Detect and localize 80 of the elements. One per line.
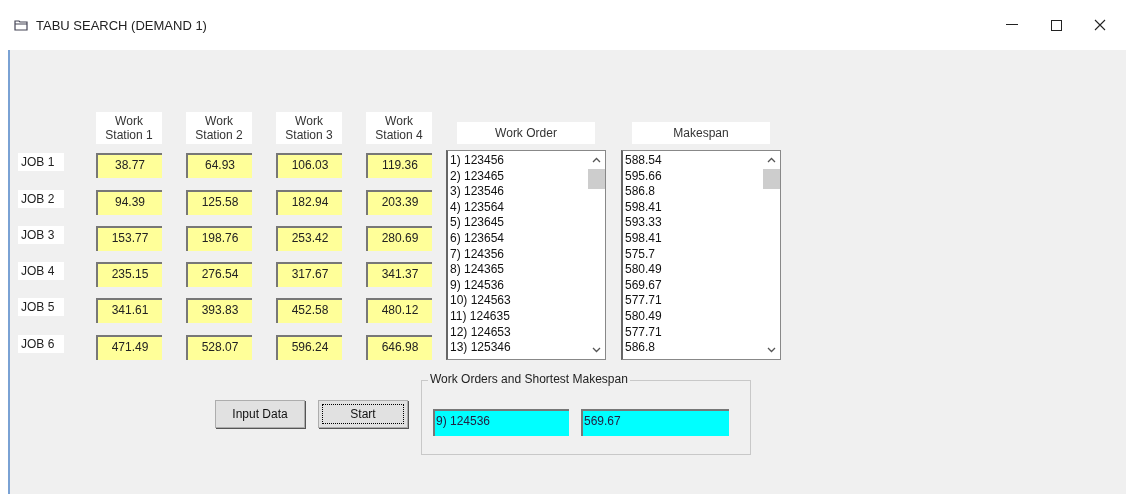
time-field[interactable]: 471.49 bbox=[96, 334, 162, 360]
list-item[interactable]: 3) 123546 bbox=[450, 184, 586, 200]
column-header: Work Station 3 bbox=[276, 112, 342, 144]
column-header: Work Station 4 bbox=[366, 112, 432, 144]
column-header: Work Station 2 bbox=[186, 112, 252, 144]
scroll-thumb[interactable] bbox=[763, 169, 780, 189]
time-field[interactable]: 64.93 bbox=[186, 153, 252, 179]
time-field[interactable]: 480.12 bbox=[366, 298, 432, 324]
list-item[interactable]: 577.71 bbox=[625, 324, 761, 341]
work-order-field[interactable]: 9) 124536 bbox=[433, 409, 569, 436]
time-field[interactable]: 153.77 bbox=[96, 225, 162, 251]
scroll-thumb[interactable] bbox=[588, 169, 605, 189]
list-item[interactable]: 586.8 bbox=[625, 340, 761, 356]
time-field[interactable]: 198.76 bbox=[186, 225, 252, 251]
list-item[interactable]: 10) 124563 bbox=[450, 293, 586, 309]
list-item[interactable]: 8) 124365 bbox=[450, 262, 586, 278]
list-item[interactable]: 577.71 bbox=[625, 293, 761, 309]
job-label: JOB 3 bbox=[18, 225, 64, 244]
list-item[interactable]: 580.49 bbox=[625, 308, 761, 325]
list-item[interactable]: 12) 124653 bbox=[450, 324, 586, 341]
list-item[interactable]: 4) 123564 bbox=[450, 199, 586, 216]
time-field[interactable]: 235.15 bbox=[96, 262, 162, 288]
maximize-icon bbox=[1050, 19, 1062, 31]
list-header: Makespan bbox=[632, 122, 770, 144]
list-item[interactable]: 580.49 bbox=[625, 262, 761, 278]
start-button[interactable]: Start bbox=[318, 400, 408, 428]
list-item[interactable]: 9) 124536 bbox=[450, 277, 586, 294]
time-field[interactable]: 94.39 bbox=[96, 189, 162, 215]
time-field[interactable]: 341.37 bbox=[366, 262, 432, 288]
list-item[interactable]: 7) 124356 bbox=[450, 246, 586, 263]
list-item[interactable]: 569.67 bbox=[625, 277, 761, 294]
job-label: JOB 2 bbox=[18, 189, 64, 208]
list-item[interactable]: 575.7 bbox=[625, 246, 761, 263]
list-item[interactable]: 5) 123645 bbox=[450, 215, 586, 231]
makespan-field[interactable]: 569.67 bbox=[581, 409, 729, 436]
list-item[interactable]: 595.66 bbox=[625, 168, 761, 185]
scroll-down-icon[interactable] bbox=[592, 347, 601, 353]
time-field[interactable]: 452.58 bbox=[276, 298, 342, 324]
scroll-up-icon[interactable] bbox=[592, 157, 601, 163]
time-field[interactable]: 125.58 bbox=[186, 189, 252, 215]
time-field[interactable]: 528.07 bbox=[186, 334, 252, 360]
time-field[interactable]: 106.03 bbox=[276, 153, 342, 179]
list-item[interactable]: 6) 123654 bbox=[450, 230, 586, 247]
time-field[interactable]: 280.69 bbox=[366, 225, 432, 251]
time-field[interactable]: 341.61 bbox=[96, 298, 162, 324]
time-field[interactable]: 182.94 bbox=[276, 189, 342, 215]
column-header: Work Station 1 bbox=[96, 112, 162, 144]
scroll-down-icon[interactable] bbox=[767, 347, 776, 353]
time-field[interactable]: 317.67 bbox=[276, 262, 342, 288]
list-box[interactable]: 1) 123456 2) 123465 3) 123546 4) 123564 5) 123645 6) 123654 7) 124356 8) 124365 9) 124536 10) 124563 11) 124635 12) 124653 13) 125346 bbox=[446, 150, 606, 360]
job-label: JOB 6 bbox=[18, 334, 64, 353]
group-title: Work Orders and Shortest Makespan bbox=[428, 372, 630, 386]
time-field[interactable]: 253.42 bbox=[276, 225, 342, 251]
list-item[interactable]: 13) 125346 bbox=[450, 340, 586, 356]
scroll-up-icon[interactable] bbox=[767, 157, 776, 163]
time-field[interactable]: 119.36 bbox=[366, 153, 432, 179]
close-icon bbox=[1094, 19, 1106, 31]
list-item[interactable]: 2) 123465 bbox=[450, 168, 586, 185]
list-box[interactable]: 588.54 595.66 586.8 598.41 593.33 598.41 575.7 580.49 569.67 577.71 580.49 577.71 586.8 bbox=[621, 150, 781, 360]
job-label: JOB 5 bbox=[18, 298, 64, 317]
time-field[interactable]: 38.77 bbox=[96, 153, 162, 179]
list-item[interactable]: 588.54 bbox=[625, 153, 761, 169]
window-title: TABU SEARCH (DEMAND 1) bbox=[36, 17, 208, 33]
job-label: JOB 1 bbox=[18, 153, 64, 172]
time-field[interactable]: 646.98 bbox=[366, 334, 432, 360]
list-item[interactable]: 598.41 bbox=[625, 230, 761, 247]
job-label: JOB 4 bbox=[18, 262, 64, 281]
time-field[interactable]: 393.83 bbox=[186, 298, 252, 324]
list-header: Work Order bbox=[457, 122, 595, 144]
minimize-icon bbox=[1006, 24, 1018, 26]
list-item[interactable]: 11) 124635 bbox=[450, 308, 586, 325]
list-item[interactable]: 1) 123456 bbox=[450, 153, 586, 169]
time-field[interactable]: 596.24 bbox=[276, 334, 342, 360]
time-field[interactable]: 276.54 bbox=[186, 262, 252, 288]
list-item[interactable]: 586.8 bbox=[625, 184, 761, 200]
input-data-button[interactable]: Input Data bbox=[215, 400, 305, 428]
list-item[interactable]: 593.33 bbox=[625, 215, 761, 231]
window-icon bbox=[14, 19, 28, 31]
list-item[interactable]: 598.41 bbox=[625, 199, 761, 216]
time-field[interactable]: 203.39 bbox=[366, 189, 432, 215]
